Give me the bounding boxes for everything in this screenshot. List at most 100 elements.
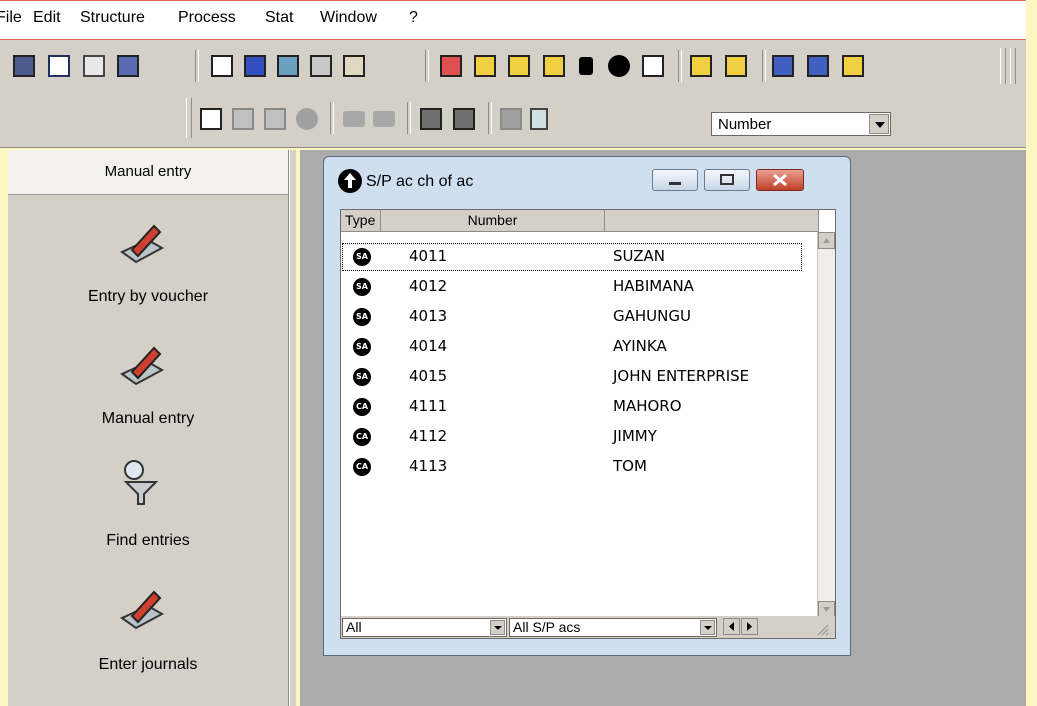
building-icon[interactable] (772, 55, 794, 77)
account-number: 4112 (409, 427, 448, 445)
calendar-icon[interactable] (117, 55, 139, 77)
manual-entry-item[interactable]: Manual entry (8, 338, 288, 438)
chevron-down-icon[interactable] (700, 620, 715, 635)
chart-icon[interactable] (440, 55, 462, 77)
list-item[interactable]: CA 4112 JIMMY (341, 422, 803, 452)
account-name: MAHORO (613, 397, 682, 415)
maximize-button[interactable] (704, 169, 750, 191)
pencil-book-icon (116, 216, 168, 268)
panel-splitter[interactable] (289, 150, 296, 706)
menu-stat[interactable]: Stat (265, 9, 293, 27)
pacman-icon[interactable] (608, 55, 630, 77)
window-edge (1026, 0, 1037, 706)
account-type-badge: SA (353, 248, 371, 266)
menu-help[interactable]: ? (409, 9, 418, 27)
main-toolbar (0, 40, 1026, 93)
calc-icon[interactable] (13, 55, 35, 77)
forward-arrow-icon[interactable] (373, 111, 395, 127)
info-icon (338, 169, 362, 193)
user-search-icon[interactable] (453, 108, 475, 130)
list-icon[interactable] (642, 55, 664, 77)
account-icon[interactable] (277, 55, 299, 77)
toolbar-separator (330, 102, 334, 134)
column-header-number[interactable]: Number (381, 210, 605, 232)
stamp-icon[interactable] (474, 55, 496, 77)
entry-by-voucher-label: Entry by voucher (87, 288, 209, 305)
doc-icon[interactable] (211, 55, 233, 77)
menu-edit[interactable]: Edit (33, 9, 61, 27)
enter-journals-label: Enter journals (98, 656, 198, 673)
scroll-left-button[interactable] (723, 618, 740, 635)
menu-process[interactable]: Process (178, 9, 236, 27)
accounts-list: Type Number SA 4011 SUZAN SA 4012 HABIMA… (340, 209, 836, 639)
menu-structure[interactable]: Structure (80, 9, 145, 27)
list-item[interactable]: SA 4013 GAHUNGU (341, 302, 803, 332)
account-number: 4113 (409, 457, 448, 475)
entry-by-voucher-item[interactable]: Entry by voucher (8, 216, 288, 316)
sort-select-value: Number (718, 116, 772, 133)
sort-select[interactable]: Number (711, 112, 891, 136)
bank-icon[interactable] (310, 55, 332, 77)
calculator-icon[interactable] (530, 108, 548, 130)
account-type-badge: SA (353, 278, 371, 296)
account-number: 4015 (409, 367, 448, 385)
chevron-down-icon[interactable] (869, 114, 889, 134)
filter-select-accounts[interactable]: All S/P acs (509, 618, 717, 637)
add-doc-icon[interactable] (200, 108, 222, 130)
edit-sheet-icon[interactable] (48, 55, 70, 77)
resize-grip-icon[interactable] (813, 620, 829, 636)
chevron-down-icon[interactable] (490, 620, 505, 635)
bank-building-icon[interactable] (807, 55, 829, 77)
globe-icon[interactable] (296, 108, 318, 130)
transfer-icon[interactable] (264, 108, 286, 130)
panel-header[interactable]: Manual entry (8, 150, 288, 195)
account-name: AYINKA (613, 337, 667, 355)
bank-book-icon[interactable] (842, 55, 864, 77)
stamp-search-icon[interactable] (508, 55, 530, 77)
doc-export-icon[interactable] (690, 55, 712, 77)
back-arrow-icon[interactable] (343, 111, 365, 127)
column-header-name[interactable] (605, 210, 819, 232)
account-name: GAHUNGU (613, 307, 691, 325)
percent-icon[interactable] (244, 55, 266, 77)
scroll-up-button[interactable] (818, 232, 835, 249)
enter-journals-item[interactable]: Enter journals (8, 582, 288, 682)
doc-import-icon[interactable] (725, 55, 747, 77)
account-type-badge: CA (353, 458, 371, 476)
toolbar-separator (488, 102, 492, 134)
list-item[interactable]: SA 4014 AYINKA (341, 332, 803, 362)
vertical-scrollbar[interactable] (817, 232, 835, 618)
find-entries-item[interactable]: Find entries (8, 456, 288, 556)
search-sheet-icon[interactable] (83, 55, 105, 77)
account-type-badge: CA (353, 428, 371, 446)
toolbar-grip[interactable] (186, 98, 192, 138)
copy-doc-icon[interactable] (232, 108, 254, 130)
filter-select-type[interactable]: All (342, 618, 507, 637)
close-button[interactable] (756, 169, 804, 191)
account-type-badge: SA (353, 368, 371, 386)
toolbar-separator (678, 50, 682, 82)
filter-select-accounts-value: All S/P acs (513, 619, 581, 635)
list-item[interactable]: SA 4012 HABIMANA (341, 272, 803, 302)
toolbar-grip[interactable] (1000, 48, 1006, 84)
account-name: SUZAN (613, 247, 665, 265)
minimize-button[interactable] (652, 169, 698, 191)
stamp-edit-icon[interactable] (543, 55, 565, 77)
account-name: HABIMANA (613, 277, 694, 295)
lock-icon[interactable] (579, 57, 593, 75)
book-icon[interactable] (343, 55, 365, 77)
list-item[interactable]: SA 4015 JOHN ENTERPRISE (341, 362, 803, 392)
list-item[interactable]: CA 4113 TOM (341, 452, 803, 482)
filter-select-type-value: All (346, 619, 362, 635)
users-icon[interactable] (420, 108, 442, 130)
account-number: 4011 (409, 247, 448, 265)
list-item[interactable]: SA 4011 SUZAN (341, 242, 803, 272)
toolbar-grip[interactable] (1010, 48, 1016, 84)
list-item[interactable]: CA 4111 MAHORO (341, 392, 803, 422)
menu-window[interactable]: Window (320, 9, 377, 27)
menu-file[interactable]: File (0, 9, 22, 27)
grid-icon[interactable] (500, 108, 522, 130)
column-header-type[interactable]: Type (341, 210, 381, 232)
find-entries-label: Find entries (106, 532, 190, 549)
scroll-right-button[interactable] (741, 618, 758, 635)
